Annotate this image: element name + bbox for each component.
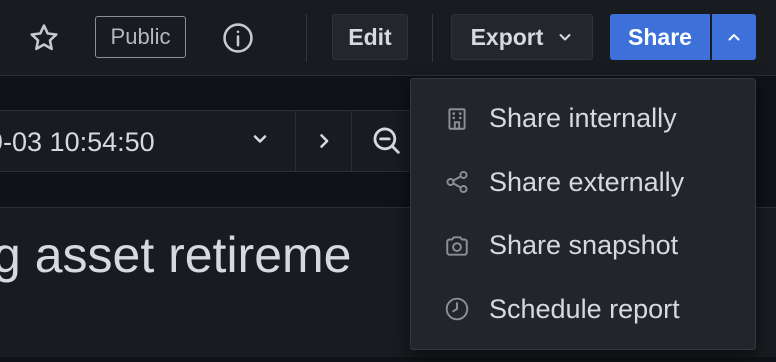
menu-item-label: Schedule report — [489, 293, 680, 324]
chevron-up-icon — [728, 34, 740, 41]
share-nodes-icon — [443, 168, 471, 196]
zoom-out-icon — [373, 127, 400, 154]
toolbar-divider — [432, 14, 433, 62]
clock-icon — [443, 295, 471, 323]
export-button[interactable]: Export — [451, 14, 593, 60]
export-button-label: Export — [470, 23, 544, 50]
time-range-text: -09-03 10:54:50 — [0, 127, 155, 157]
share-menu-toggle[interactable] — [712, 14, 756, 60]
building-icon — [443, 105, 471, 133]
menu-item-label: Share internally — [489, 103, 677, 134]
star-icon — [30, 24, 58, 51]
chevron-down-icon — [559, 34, 571, 41]
dashboard-toolbar: Public Edit Export Share — [0, 0, 776, 76]
share-button[interactable]: Share — [610, 14, 710, 60]
menu-item-schedule-report[interactable]: Schedule report — [411, 278, 755, 342]
panel-title: g asset retireme — [0, 227, 352, 283]
info-button[interactable] — [218, 20, 258, 56]
toolbar-divider — [306, 14, 307, 62]
menu-item-label: Share externally — [489, 166, 685, 197]
info-icon — [223, 23, 253, 53]
edit-button-label: Edit — [348, 23, 392, 50]
menu-item-share-internally[interactable]: Share internally — [411, 87, 755, 151]
share-button-label: Share — [628, 23, 692, 50]
edit-button[interactable]: Edit — [332, 14, 408, 60]
chevron-down-icon — [250, 129, 270, 154]
chevron-right-icon — [320, 134, 329, 148]
time-forward-button[interactable] — [297, 111, 352, 171]
menu-item-label: Share snapshot — [489, 230, 679, 261]
menu-item-share-externally[interactable]: Share externally — [411, 151, 755, 215]
public-badge: Public — [95, 16, 186, 58]
time-controls: -09-03 10:54:50 — [0, 110, 430, 172]
time-range-picker[interactable]: -09-03 10:54:50 — [0, 111, 296, 171]
share-dropdown-menu: Share internally Share externally Share … — [410, 78, 756, 350]
star-button[interactable] — [24, 20, 64, 56]
camera-icon — [443, 232, 471, 260]
menu-item-share-snapshot[interactable]: Share snapshot — [411, 214, 755, 278]
